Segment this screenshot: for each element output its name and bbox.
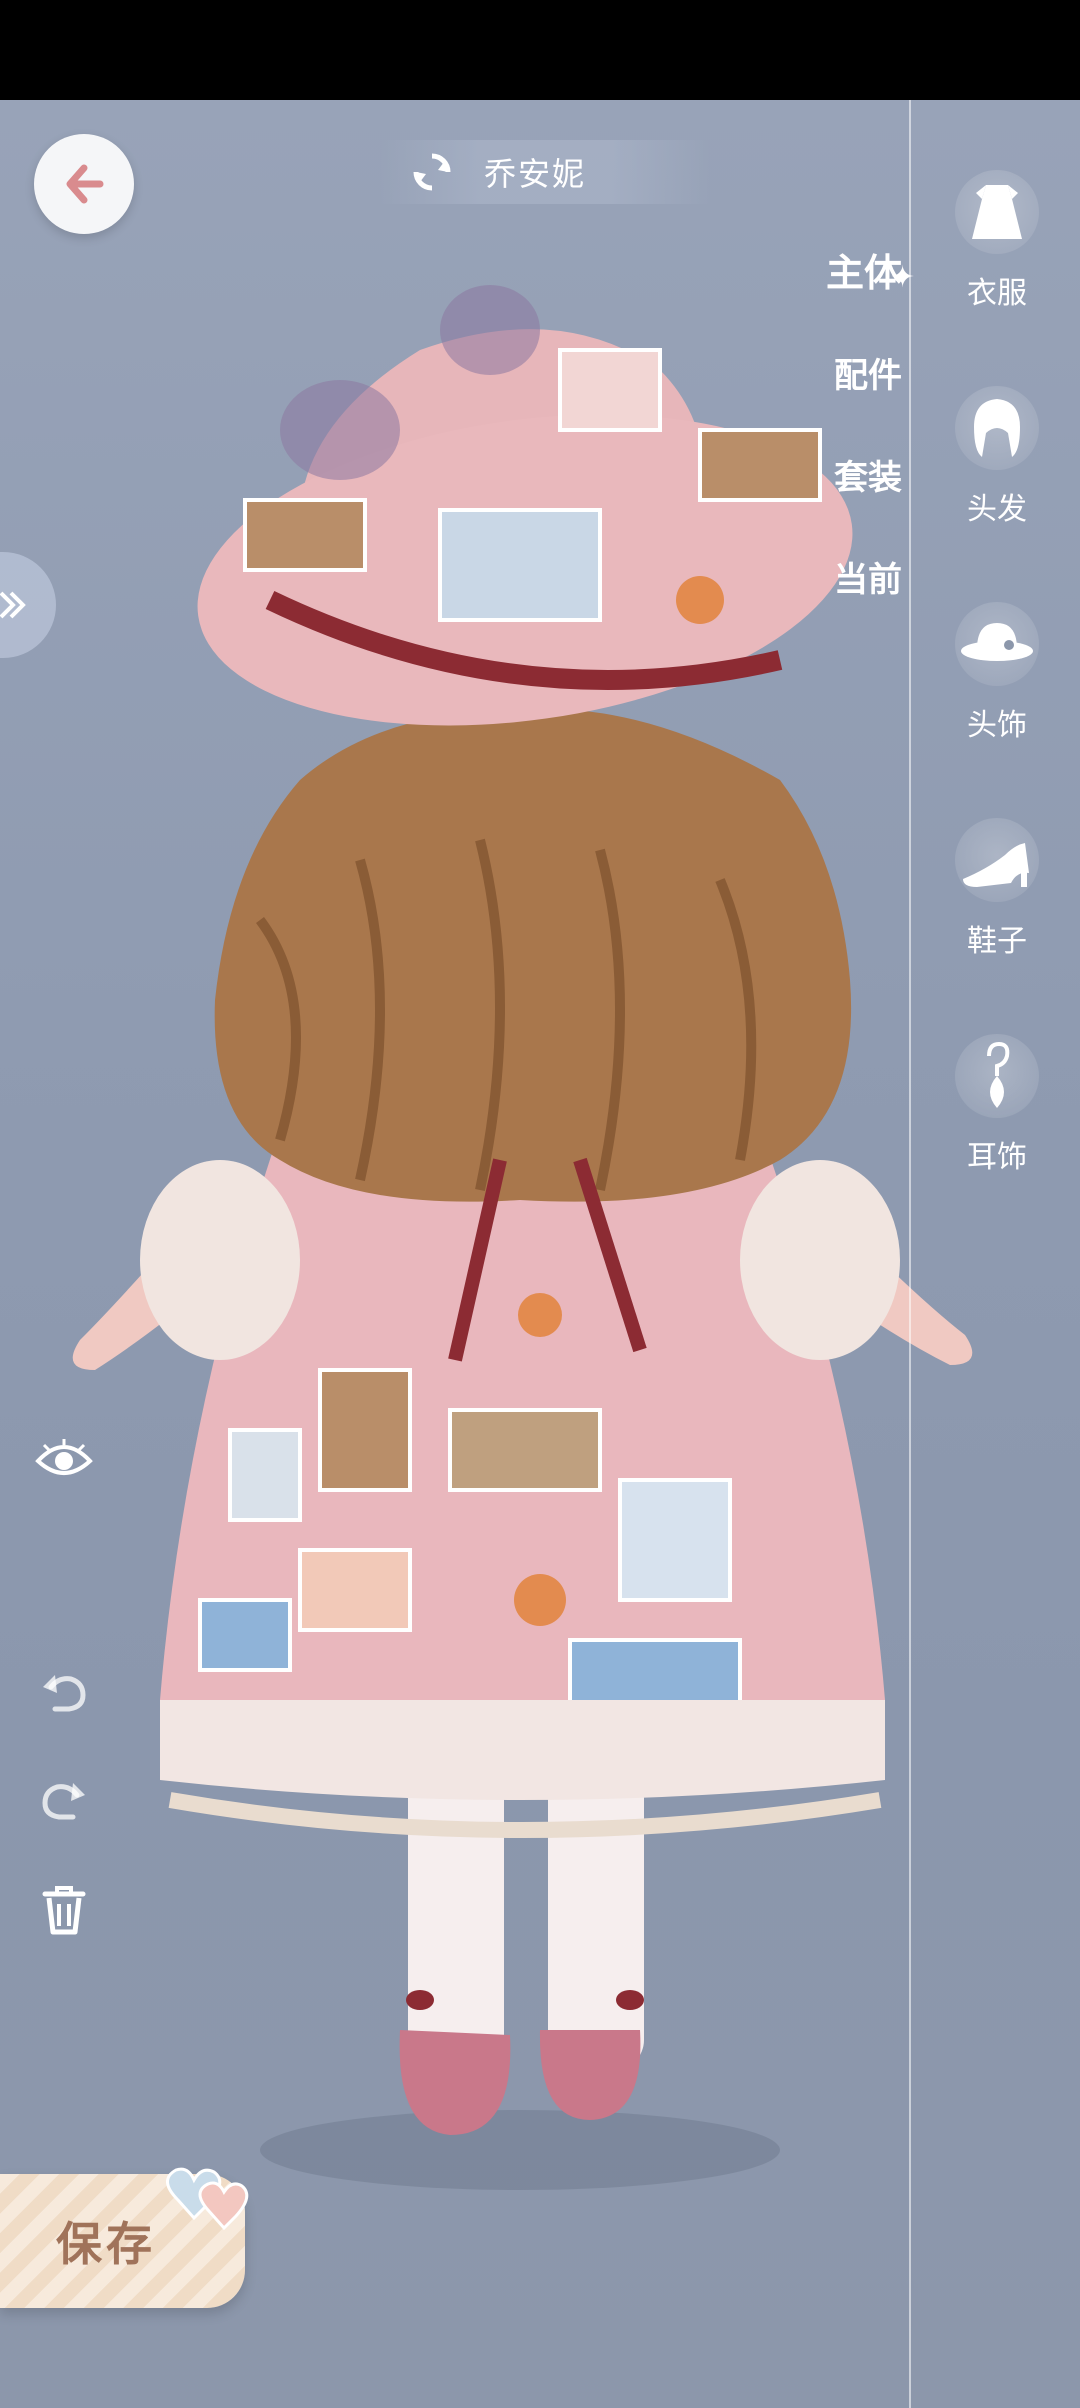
redo-button[interactable] [32, 1768, 96, 1832]
tab-outfit-set[interactable]: 套装 [834, 450, 902, 499]
save-label: 保存 [56, 2217, 156, 2271]
rail-label: 头发 [967, 492, 1027, 527]
double-chevron-right-icon [0, 591, 26, 619]
rail-label: 头饰 [967, 708, 1027, 743]
character-switch-bar[interactable]: 乔安妮 [380, 140, 710, 204]
sparkle-icon: ✦ [890, 260, 916, 295]
swap-icon [413, 153, 451, 191]
trash-icon [42, 1886, 86, 1935]
rail-item-clothes[interactable]: 衣服 [942, 170, 1052, 312]
rail-divider [909, 100, 911, 2408]
rail-label: 衣服 [967, 276, 1027, 311]
character-model [72, 285, 973, 2190]
undo-icon [43, 1675, 86, 1712]
redo-icon [42, 1783, 85, 1820]
back-arrow-icon [66, 164, 104, 204]
shoe-icon [955, 818, 1039, 902]
hair-icon [955, 386, 1039, 470]
back-button[interactable] [34, 134, 134, 234]
hat-icon [955, 602, 1039, 686]
delete-button[interactable] [32, 1878, 96, 1942]
rail-item-headwear[interactable]: 头饰 [942, 602, 1052, 744]
tab-accessories[interactable]: 配件 [834, 348, 902, 397]
rail-item-shoes[interactable]: 鞋子 [942, 818, 1052, 960]
eye-icon [35, 1439, 93, 1475]
rail-item-hair[interactable]: 头发 [942, 386, 1052, 528]
undo-button[interactable] [32, 1660, 96, 1724]
status-bar [0, 0, 1080, 100]
rail-item-earrings[interactable]: 耳饰 [942, 1034, 1052, 1176]
dress-icon [955, 170, 1039, 254]
character-name: 乔安妮 [484, 155, 587, 193]
rail-label: 耳饰 [967, 1140, 1027, 1175]
tab-current[interactable]: 当前 [834, 552, 902, 601]
earring-icon [955, 1034, 1039, 1118]
heart-decoration-icon [166, 2167, 249, 2231]
rail-label: 鞋子 [967, 924, 1027, 959]
toggle-visibility-button[interactable] [32, 1428, 96, 1492]
dress-up-scene: 乔安妮 主体 ✦ 配件 套装 当前 衣服 头发 头饰 鞋子 耳饰 保存 [0, 100, 1080, 2408]
